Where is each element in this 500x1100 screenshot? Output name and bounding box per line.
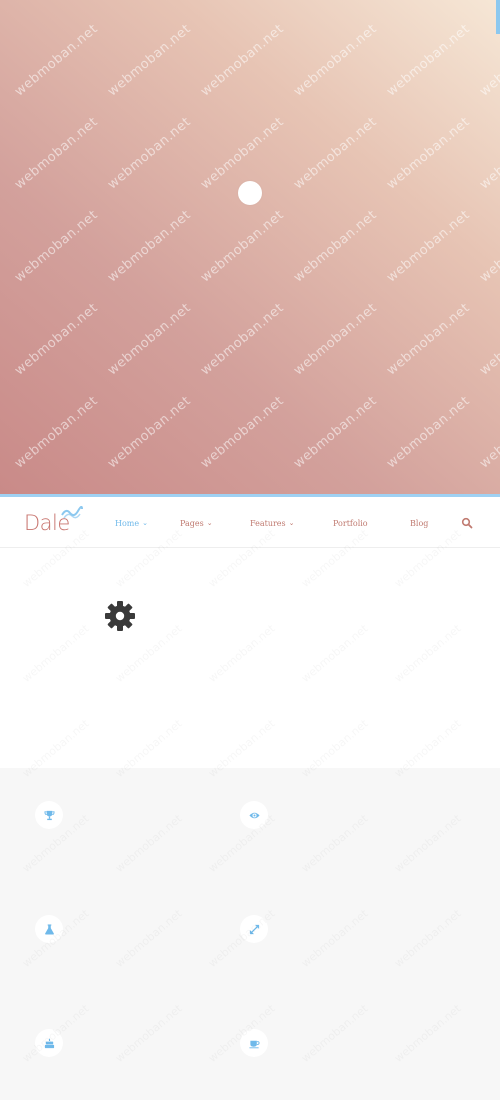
watermark-text: webmoban.net [198,300,287,379]
watermark-text: webmoban.net [291,114,380,193]
watermark-text: webmoban.net [384,21,473,100]
watermark-text: webmoban.net [384,114,473,193]
watermark-text: webmoban.net [105,207,194,286]
chevron-down-icon: ⌄ [142,519,148,527]
eye-icon [248,812,260,818]
watermark-text: webmoban.net [105,300,194,379]
watermark-text: webmoban.net [105,393,194,472]
nav-item-pages[interactable]: Pages ⌄ [180,519,213,528]
watermark-text: webmoban.net [477,393,500,472]
watermark-text: webmoban.net [198,207,287,286]
watermark-text: webmoban.net [12,207,101,286]
coffee-icon [248,1040,260,1048]
watermark-text: webmoban.net [384,207,473,286]
nav-item-features[interactable]: Features ⌄ [250,519,295,528]
watermark-text: webmoban.net [291,300,380,379]
watermark-text: webmoban.net [105,114,194,193]
watermark-text: webmoban.net [198,114,287,193]
watermark-text: webmoban.net [12,393,101,472]
watermark-text: webmoban.net [291,21,380,100]
hero-banner: webmoban.net webmoban.net webmoban.net webm… [0,0,500,494]
watermark-text: webmoban.net [198,21,287,100]
watermark-text: webmoban.net [291,207,380,286]
nav-item-home[interactable]: Home ⌄ [115,519,148,528]
watermark-text: webmoban.net [12,114,101,193]
chevron-down-icon: ⌄ [288,519,295,527]
search-icon[interactable] [461,517,473,529]
feature-trophy [35,801,63,829]
watermark-text: webmoban.net [384,300,473,379]
watermark-text: webmoban.net [12,300,101,379]
watermark-text: webmoban.net [477,114,500,193]
watermark-text: webmoban.net [384,393,473,472]
watermark-text: webmoban.net [291,393,380,472]
watermark-text: webmoban.net [477,300,500,379]
watermark-text: webmoban.net [12,21,101,100]
loader-dot [238,181,262,205]
gear-icon [105,601,135,631]
watermark-text: webmoban.net [477,207,500,286]
watermark-text: webmoban.net [105,21,194,100]
trophy-icon [43,810,55,820]
watermark-text: webmoban.net [198,393,287,472]
nav-item-blog[interactable]: Blog [410,519,428,528]
scroll-indicator[interactable] [496,0,500,34]
chevron-down-icon: ⌄ [206,519,213,527]
logo-wave-icon [61,506,83,519]
